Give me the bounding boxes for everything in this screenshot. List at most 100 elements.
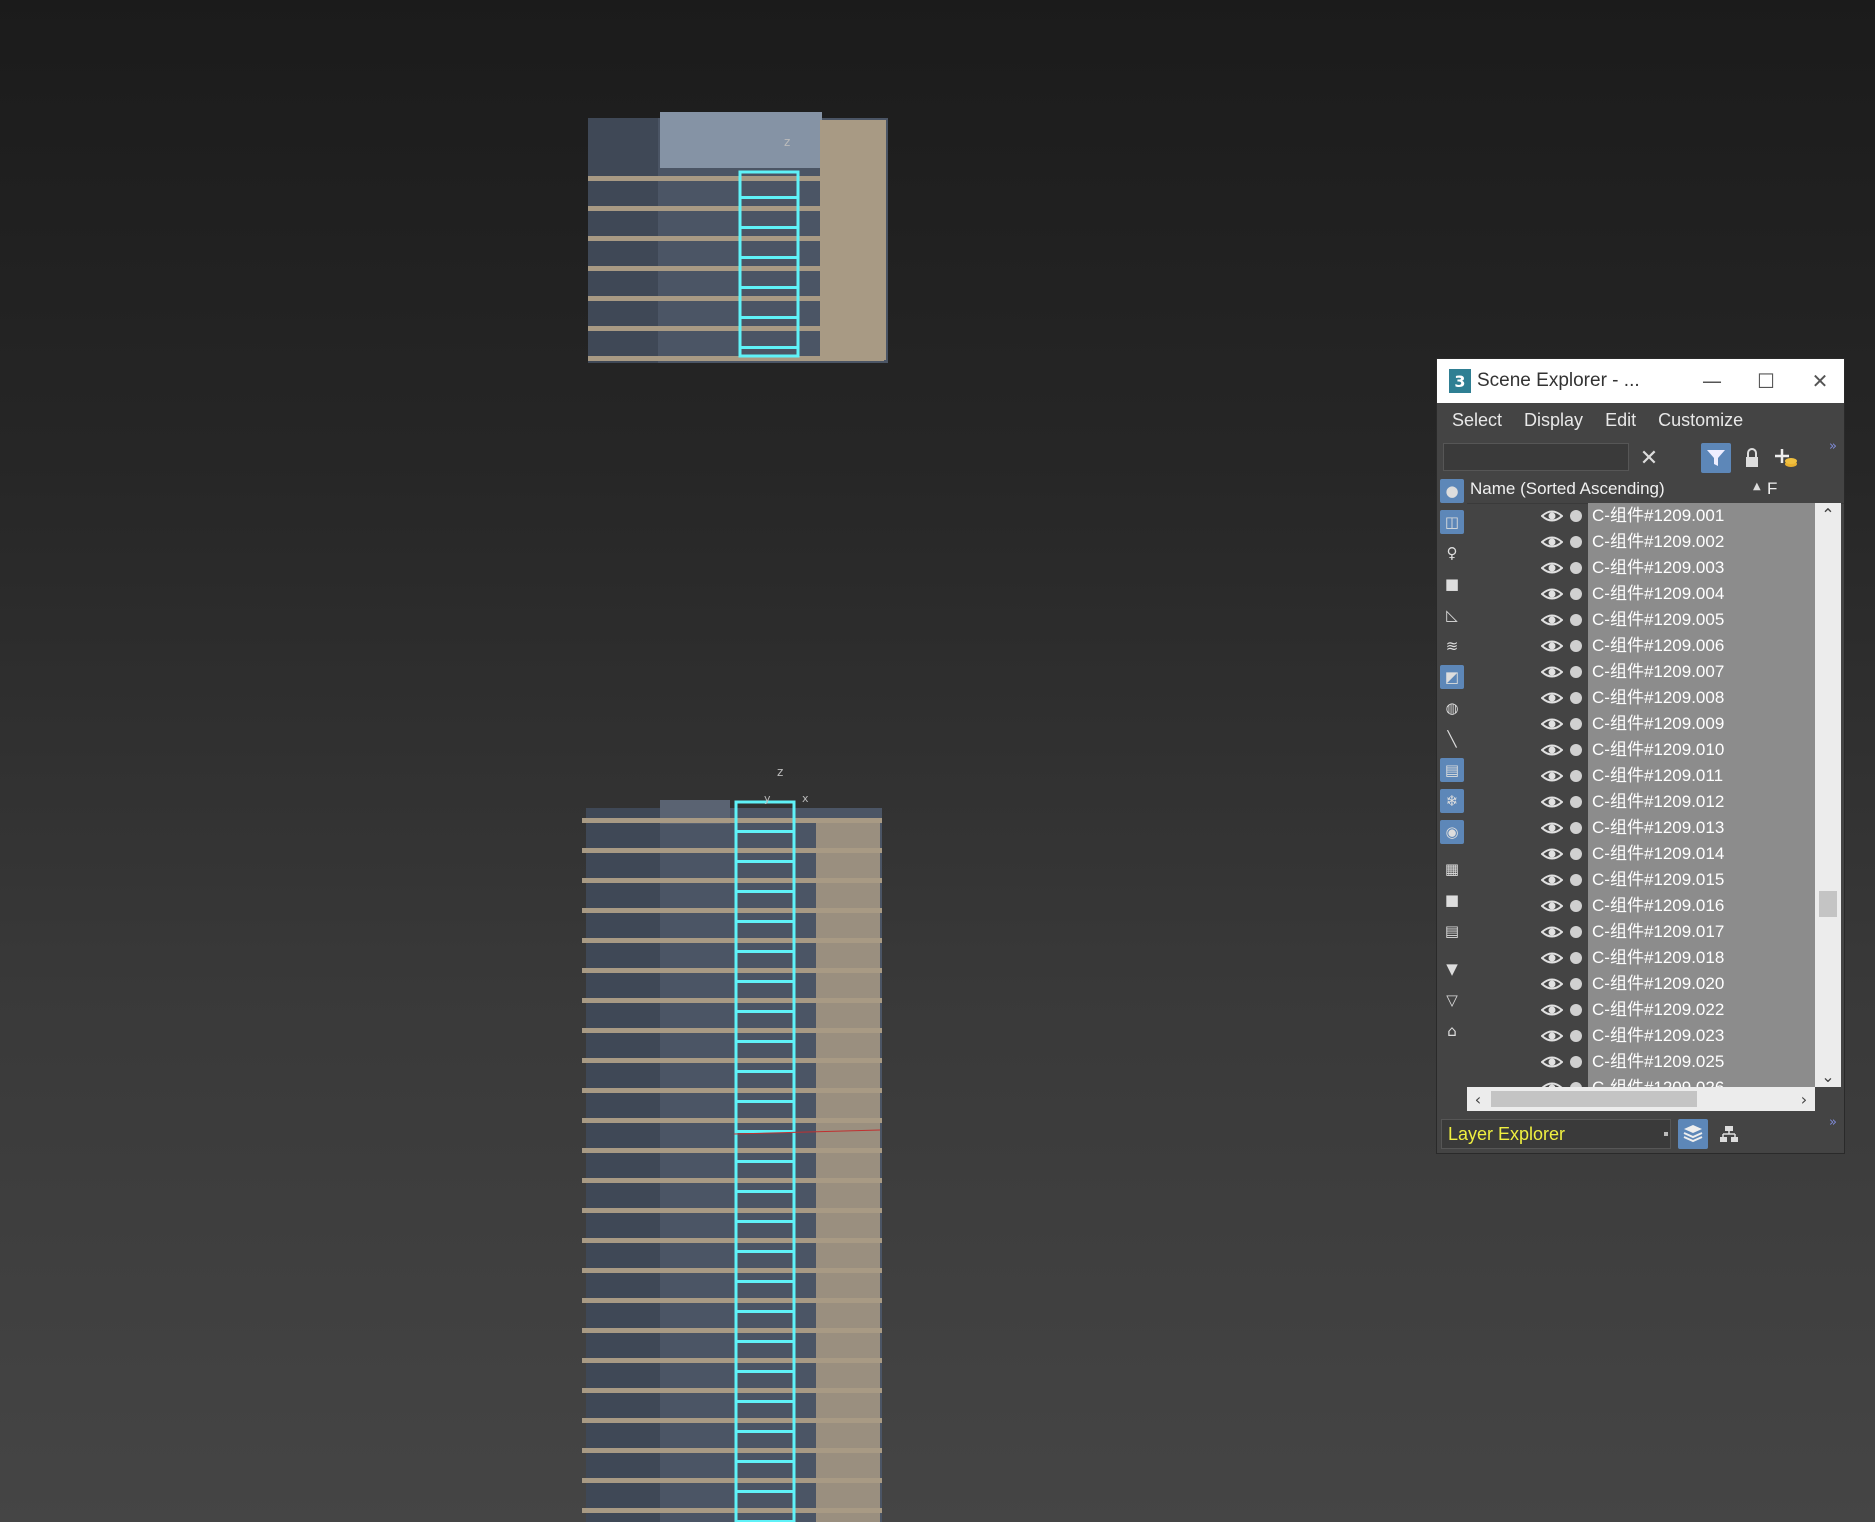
filter-toggle-icon[interactable] bbox=[1701, 443, 1731, 473]
visibility-eye-icon[interactable] bbox=[1541, 1001, 1563, 1019]
freeze-dot-icon[interactable] bbox=[1570, 926, 1582, 938]
freeze-dot-icon[interactable] bbox=[1570, 640, 1582, 652]
visibility-eye-icon[interactable] bbox=[1541, 715, 1563, 733]
visibility-eye-icon[interactable] bbox=[1541, 923, 1563, 941]
visibility-eye-icon[interactable] bbox=[1541, 689, 1563, 707]
visibility-eye-icon[interactable] bbox=[1541, 585, 1563, 603]
visibility-eye-icon[interactable] bbox=[1541, 507, 1563, 525]
lock-icon[interactable] bbox=[1737, 443, 1767, 473]
freeze-dot-icon[interactable] bbox=[1570, 822, 1582, 834]
high-rise-building[interactable] bbox=[582, 800, 882, 1522]
add-layer-icon[interactable] bbox=[1771, 443, 1801, 473]
visibility-eye-icon[interactable] bbox=[1541, 1079, 1563, 1087]
object-list[interactable]: C-组件#1209.001 C-组件#1209.002 C-组件#1209.003 C… bbox=[1467, 503, 1815, 1087]
display-all-icon[interactable]: ▦ bbox=[1440, 857, 1464, 881]
list-item-label[interactable]: C-组件#1209.015 bbox=[1588, 867, 1815, 893]
freeze-dot-icon[interactable] bbox=[1570, 588, 1582, 600]
groups-icon[interactable]: ◩ bbox=[1440, 665, 1464, 689]
sort-by-layer-icon[interactable] bbox=[1678, 1119, 1708, 1149]
list-item-label[interactable]: C-组件#1209.010 bbox=[1588, 737, 1815, 763]
list-item-label[interactable]: C-组件#1209.002 bbox=[1588, 529, 1815, 555]
clear-search-icon[interactable]: ✕ bbox=[1634, 443, 1664, 473]
container-icon[interactable]: ⌂ bbox=[1440, 1019, 1464, 1043]
list-item[interactable]: C-组件#1209.018 bbox=[1467, 945, 1815, 971]
helpers-icon[interactable]: ◺ bbox=[1440, 603, 1464, 627]
visibility-eye-icon[interactable] bbox=[1541, 767, 1563, 785]
list-item[interactable]: C-组件#1209.003 bbox=[1467, 555, 1815, 581]
list-item[interactable]: C-组件#1209.008 bbox=[1467, 685, 1815, 711]
column-header[interactable]: Name (Sorted Ascending) ▲ F bbox=[1467, 477, 1844, 504]
freeze-dot-icon[interactable] bbox=[1570, 510, 1582, 522]
filter-settings-icon[interactable]: ▼ bbox=[1440, 957, 1464, 981]
freeze-dot-icon[interactable] bbox=[1570, 666, 1582, 678]
list-item-label[interactable]: C-组件#1209.005 bbox=[1588, 607, 1815, 633]
menu-select[interactable]: Select bbox=[1437, 410, 1513, 431]
list-item-label[interactable]: C-组件#1209.023 bbox=[1588, 1023, 1815, 1049]
maximize-button[interactable]: ☐ bbox=[1739, 359, 1793, 403]
title-bar[interactable]: 3 Scene Explorer - ... — ☐ ✕ bbox=[1437, 359, 1844, 403]
list-item[interactable]: C-组件#1209.026 bbox=[1467, 1075, 1815, 1087]
scroll-left-icon[interactable]: ‹ bbox=[1467, 1087, 1489, 1111]
sort-by-hierarchy-icon[interactable] bbox=[1714, 1119, 1744, 1149]
space-warps-icon[interactable]: ≋ bbox=[1440, 634, 1464, 658]
list-item-label[interactable]: C-组件#1209.017 bbox=[1588, 919, 1815, 945]
visibility-eye-icon[interactable] bbox=[1541, 559, 1563, 577]
freeze-dot-icon[interactable] bbox=[1570, 536, 1582, 548]
list-item-label[interactable]: C-组件#1209.007 bbox=[1588, 659, 1815, 685]
name-column-header[interactable]: Name (Sorted Ascending) bbox=[1470, 479, 1665, 499]
scene-explorer-window[interactable]: 3 Scene Explorer - ... — ☐ ✕ Select Disp… bbox=[1436, 358, 1845, 1154]
bones-icon[interactable]: ╲ bbox=[1440, 727, 1464, 751]
scroll-down-icon[interactable]: ⌄ bbox=[1815, 1065, 1841, 1087]
visibility-eye-icon[interactable] bbox=[1541, 663, 1563, 681]
list-item-label[interactable]: C-组件#1209.004 bbox=[1588, 581, 1815, 607]
search-input[interactable] bbox=[1443, 443, 1629, 471]
list-item[interactable]: C-组件#1209.009 bbox=[1467, 711, 1815, 737]
list-item-label[interactable]: C-组件#1209.022 bbox=[1588, 997, 1815, 1023]
freeze-dot-icon[interactable] bbox=[1570, 692, 1582, 704]
freeze-dot-icon[interactable] bbox=[1570, 952, 1582, 964]
menu-edit[interactable]: Edit bbox=[1594, 410, 1647, 431]
list-item-label[interactable]: C-组件#1209.026 bbox=[1588, 1075, 1815, 1087]
list-item-label[interactable]: C-组件#1209.011 bbox=[1588, 763, 1815, 789]
list-item-label[interactable]: C-组件#1209.025 bbox=[1588, 1049, 1815, 1075]
visibility-eye-icon[interactable] bbox=[1541, 741, 1563, 759]
list-item[interactable]: C-组件#1209.001 bbox=[1467, 503, 1815, 529]
containers-icon[interactable]: ▤ bbox=[1440, 758, 1464, 782]
visibility-eye-icon[interactable] bbox=[1541, 819, 1563, 837]
bottom-overflow-icon[interactable]: » bbox=[1829, 1115, 1837, 1130]
list-item[interactable]: C-组件#1209.005 bbox=[1467, 607, 1815, 633]
geometry-icon[interactable]: ● bbox=[1440, 479, 1464, 503]
visibility-eye-icon[interactable] bbox=[1541, 793, 1563, 811]
display-none-icon[interactable]: ■ bbox=[1440, 888, 1464, 912]
list-item-label[interactable]: C-组件#1209.009 bbox=[1588, 711, 1815, 737]
visibility-eye-icon[interactable] bbox=[1541, 975, 1563, 993]
freeze-dot-icon[interactable] bbox=[1570, 796, 1582, 808]
vertical-scrollbar[interactable]: ⌃ ⌄ bbox=[1815, 503, 1841, 1087]
list-item[interactable]: C-组件#1209.025 bbox=[1467, 1049, 1815, 1075]
list-item[interactable]: C-组件#1209.002 bbox=[1467, 529, 1815, 555]
freeze-dot-icon[interactable] bbox=[1570, 874, 1582, 886]
list-item[interactable]: C-组件#1209.006 bbox=[1467, 633, 1815, 659]
visibility-eye-icon[interactable] bbox=[1541, 611, 1563, 629]
frozen-icon[interactable]: ❄ bbox=[1440, 789, 1464, 813]
menu-customize[interactable]: Customize bbox=[1647, 410, 1754, 431]
freeze-dot-icon[interactable] bbox=[1570, 1030, 1582, 1042]
freeze-dot-icon[interactable] bbox=[1570, 744, 1582, 756]
freeze-dot-icon[interactable] bbox=[1570, 770, 1582, 782]
visibility-eye-icon[interactable] bbox=[1541, 871, 1563, 889]
freeze-dot-icon[interactable] bbox=[1570, 1056, 1582, 1068]
filter-icon[interactable]: ▽ bbox=[1440, 988, 1464, 1012]
explorer-type-dropdown[interactable]: Layer Explorer bbox=[1441, 1119, 1671, 1149]
visibility-eye-icon[interactable] bbox=[1541, 637, 1563, 655]
list-item-label[interactable]: C-组件#1209.020 bbox=[1588, 971, 1815, 997]
list-item[interactable]: C-组件#1209.007 bbox=[1467, 659, 1815, 685]
freeze-dot-icon[interactable] bbox=[1570, 848, 1582, 860]
horizontal-scroll-thumb[interactable] bbox=[1491, 1091, 1697, 1107]
list-item[interactable]: C-组件#1209.016 bbox=[1467, 893, 1815, 919]
list-item-label[interactable]: C-组件#1209.008 bbox=[1588, 685, 1815, 711]
horizontal-scrollbar[interactable]: ‹ › bbox=[1467, 1087, 1815, 1111]
list-item-label[interactable]: C-组件#1209.003 bbox=[1588, 555, 1815, 581]
lights-icon[interactable]: ♀ bbox=[1440, 541, 1464, 565]
list-item-label[interactable]: C-组件#1209.013 bbox=[1588, 815, 1815, 841]
visibility-eye-icon[interactable] bbox=[1541, 1053, 1563, 1071]
